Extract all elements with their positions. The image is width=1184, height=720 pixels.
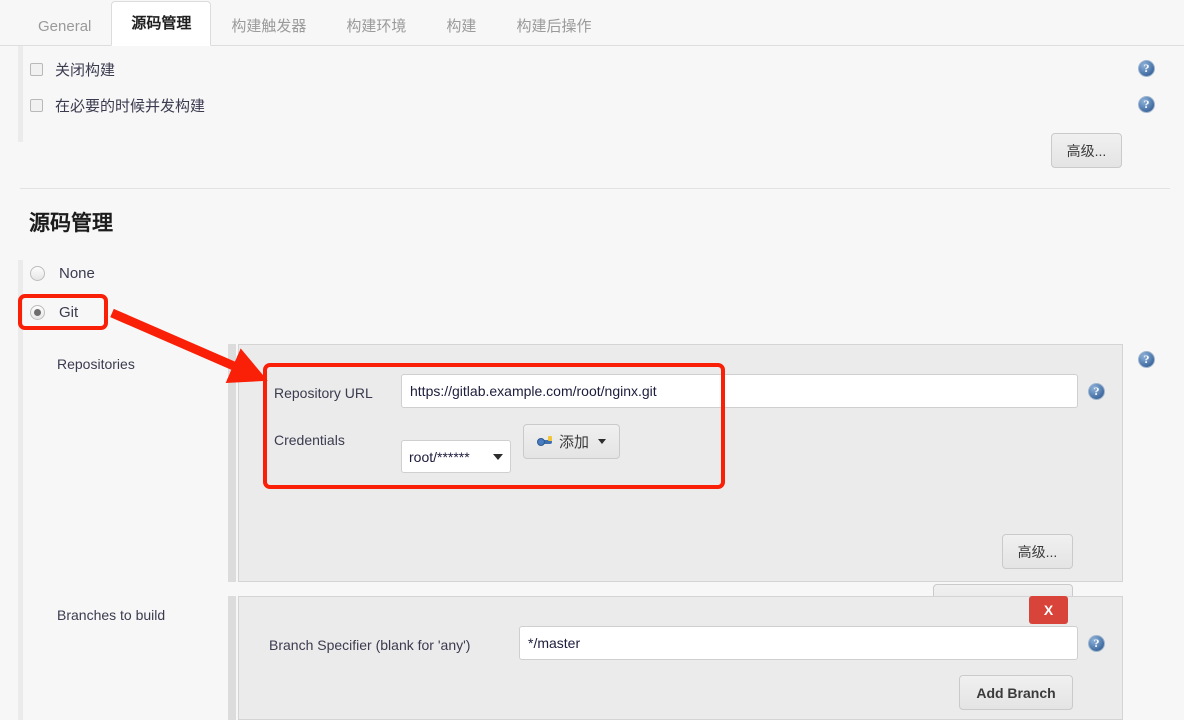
repositories-row-bar	[228, 344, 236, 582]
add-credentials-button[interactable]: 添加	[523, 424, 620, 459]
tab-post-build-actions[interactable]: 构建后操作	[496, 7, 611, 45]
branch-specifier-label: Branch Specifier (blank for 'any')	[269, 637, 471, 653]
add-credentials-label: 添加	[558, 434, 589, 451]
radio-row-scm-git[interactable]: Git	[30, 301, 78, 323]
concurrent-build-label: 在必要的时候并发构建	[55, 97, 206, 115]
credentials-select-value: root/******	[409, 448, 470, 465]
scm-none-label: None	[59, 264, 95, 282]
checkbox-row-concurrent-build[interactable]: 在必要的时候并发构建	[30, 94, 205, 116]
chevron-down-icon-credentials	[493, 453, 503, 460]
scm-git-label: Git	[59, 303, 79, 321]
branch-specifier-input[interactable]	[519, 626, 1078, 660]
tab-list: General 源码管理 构建触发器 构建环境 构建 构建后操作	[18, 0, 611, 46]
config-form: 关闭构建 ? 在必要的时候并发构建 ? 高级... 源码管理 None Git …	[0, 46, 1184, 720]
add-branch-button[interactable]: Add Branch	[959, 675, 1073, 710]
tab-build-triggers[interactable]: 构建触发器	[211, 7, 326, 45]
credentials-select[interactable]: root/******	[401, 440, 511, 473]
repository-url-input[interactable]	[401, 374, 1078, 408]
scm-section-divider	[20, 188, 1170, 189]
scm-none-radio[interactable]	[30, 265, 45, 281]
chevron-down-icon-add-credentials	[598, 439, 606, 444]
repositories-label: Repositories	[57, 356, 135, 372]
disable-build-checkbox[interactable]	[30, 62, 43, 76]
repository-url-label: Repository URL	[274, 385, 373, 401]
radio-row-scm-none[interactable]: None	[30, 262, 95, 284]
tab-source-code-management[interactable]: 源码管理	[111, 1, 212, 46]
concurrent-build-checkbox[interactable]	[30, 98, 43, 112]
tab-general[interactable]: General	[18, 7, 111, 45]
config-tab-bar: General 源码管理 构建触发器 构建环境 构建 构建后操作	[0, 0, 1184, 46]
checkbox-row-disable-build[interactable]: 关闭构建	[30, 58, 115, 80]
credentials-label: Credentials	[274, 432, 345, 448]
tab-build-environment[interactable]: 构建环境	[326, 7, 426, 45]
branches-to-build-label: Branches to build	[57, 607, 166, 623]
tab-build[interactable]: 构建	[426, 7, 496, 45]
help-icon-scm-repositories[interactable]: ?	[1138, 351, 1155, 368]
delete-branch-button[interactable]: X	[1029, 596, 1068, 624]
help-icon-concurrent-build[interactable]: ?	[1138, 96, 1155, 113]
branches-row-bar	[228, 596, 236, 720]
key-icon	[536, 434, 554, 449]
help-icon-repository-url[interactable]: ?	[1088, 383, 1105, 400]
scm-git-radio[interactable]	[30, 304, 45, 320]
repository-advanced-button[interactable]: 高级...	[1002, 534, 1073, 569]
disable-build-label: 关闭构建	[55, 61, 116, 79]
scm-section-title: 源码管理	[29, 212, 113, 235]
scm-section-rail	[18, 260, 23, 720]
general-advanced-button[interactable]: 高级...	[1051, 133, 1122, 168]
help-icon-disable-build[interactable]: ?	[1138, 60, 1155, 77]
help-icon-branch-specifier[interactable]: ?	[1088, 635, 1105, 652]
general-section-rail	[18, 46, 23, 142]
